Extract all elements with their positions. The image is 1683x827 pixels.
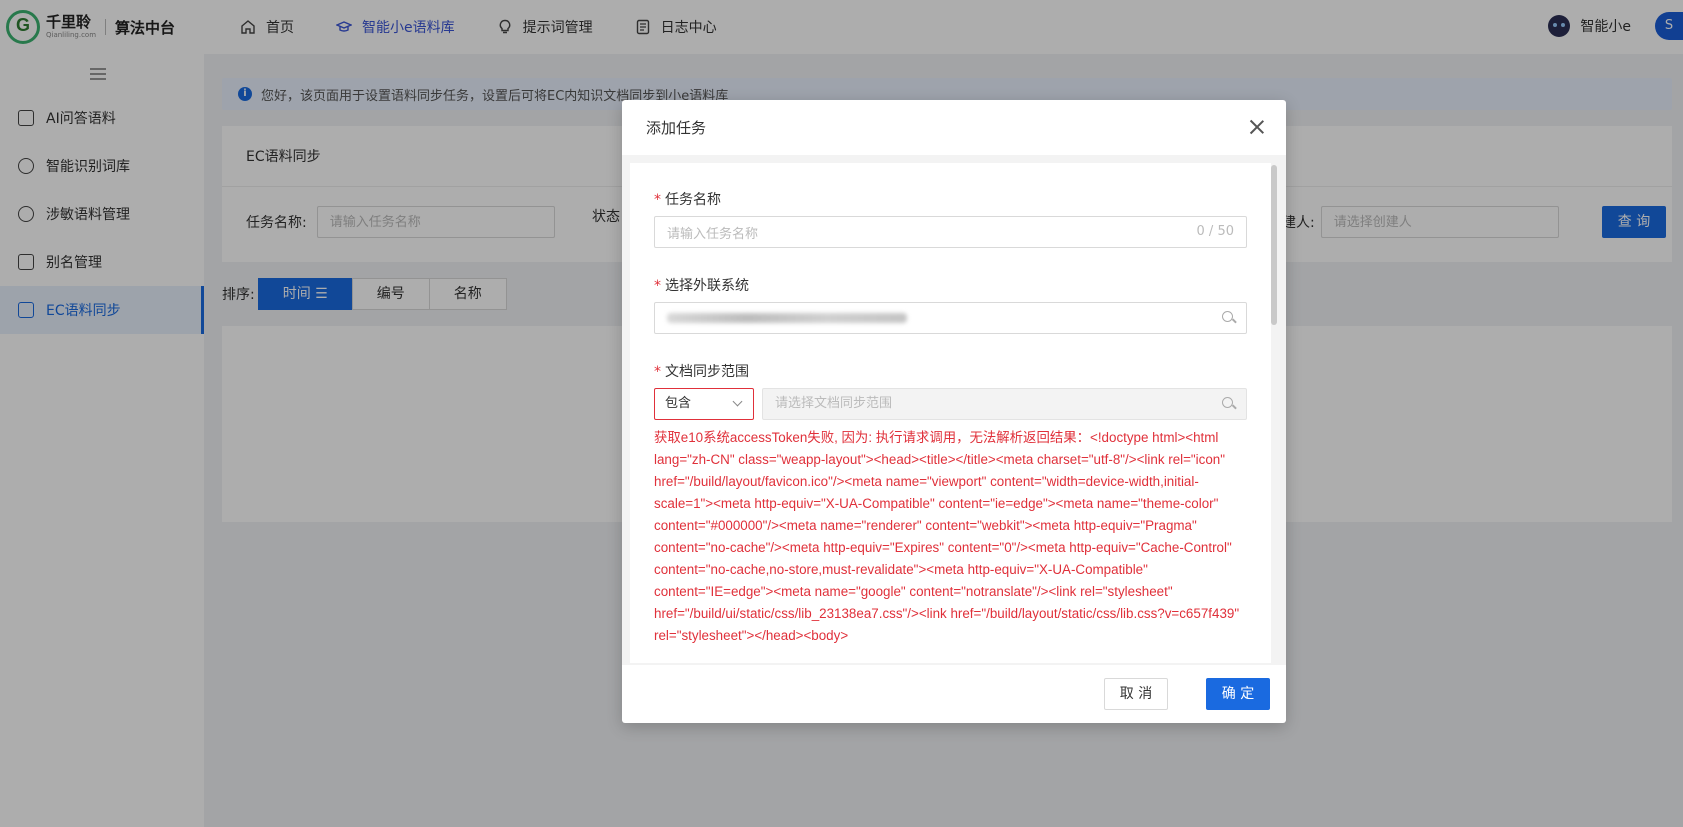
- dialog-footer: 取 消 确 定: [622, 665, 1286, 723]
- confirm-button[interactable]: 确 定: [1206, 678, 1270, 710]
- form-panel: * 任务名称 请输入任务名称 0 / 50 * 选择外联系统 * 文档同步范围 包含: [630, 163, 1271, 663]
- chevron-down-icon: [732, 396, 743, 407]
- task-name-input[interactable]: 请输入任务名称 0 / 50: [654, 216, 1247, 248]
- required-mark: *: [654, 364, 661, 380]
- task-name-placeholder: 请输入任务名称: [667, 226, 759, 242]
- cancel-button[interactable]: 取 消: [1104, 678, 1168, 710]
- sync-range-mode-select[interactable]: 包含: [654, 388, 754, 420]
- external-system-select[interactable]: [654, 302, 1247, 334]
- dialog-header: 添加任务: [622, 100, 1286, 155]
- search-icon: [1222, 397, 1236, 411]
- task-name-label: * 任务名称: [654, 192, 721, 208]
- sync-range-label: * 文档同步范围: [654, 364, 749, 380]
- required-mark: *: [654, 192, 661, 208]
- error-message: 获取e10系统accessToken失败, 因为: 执行请求调用，无法解析返回结…: [654, 430, 1240, 643]
- blurred-selected-value: [667, 313, 907, 323]
- sync-range-mode-value: 包含: [665, 396, 692, 411]
- char-counter: 0 / 50: [1196, 224, 1234, 239]
- close-icon[interactable]: [1248, 118, 1266, 136]
- add-task-dialog: 添加任务 * 任务名称 请输入任务名称 0 / 50 * 选择外联系统 * 文档同步范…: [622, 100, 1286, 723]
- dialog-title: 添加任务: [646, 119, 707, 137]
- search-icon: [1222, 311, 1236, 325]
- external-system-label: * 选择外联系统: [654, 278, 749, 294]
- sync-range-placeholder: 请选择文档同步范围: [775, 396, 893, 411]
- scrollbar[interactable]: [1271, 165, 1277, 325]
- sync-range-input[interactable]: 请选择文档同步范围: [762, 388, 1247, 420]
- required-mark: *: [654, 278, 661, 294]
- dialog-body: * 任务名称 请输入任务名称 0 / 50 * 选择外联系统 * 文档同步范围 包含: [622, 155, 1286, 665]
